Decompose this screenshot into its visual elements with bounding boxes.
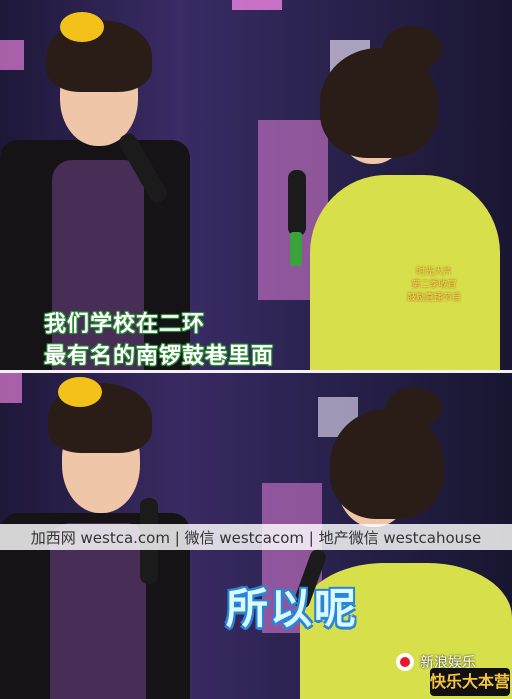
stage-light	[0, 373, 22, 403]
weibo-icon	[396, 653, 414, 671]
stage-light	[232, 0, 282, 10]
site-watermark-bar: 加西网 westca.com | 微信 westcacom | 地产微信 wes…	[0, 524, 512, 550]
tv-badge: 时光大片 第二季收官 鼓励直播节目	[384, 266, 484, 316]
stage-light	[0, 40, 24, 70]
top-video-frame: 时光大片 第二季收官 鼓励直播节目 我们学校在二环 最有名的南锣鼓巷里面	[0, 0, 512, 370]
subtitle-line-1: 我们学校在二环	[44, 312, 206, 337]
tv-badge-line: 鼓励直播节目	[406, 293, 461, 303]
subtitle-line-2: 最有名的南锣鼓巷里面	[44, 344, 275, 369]
screenshot: 时光大片 第二季收官 鼓励直播节目 我们学校在二环 最有名的南锣鼓巷里面 新浪娱…	[0, 0, 512, 699]
tv-badge-line: 时光大片	[415, 267, 452, 277]
tv-badge-line: 第二季收官	[411, 280, 457, 290]
bottom-caption: 所以呢	[226, 584, 359, 633]
show-logo: 快乐大本营	[430, 668, 510, 696]
site-watermark-text: 加西网 westca.com | 微信 westcacom | 地产微信 wes…	[30, 528, 482, 547]
